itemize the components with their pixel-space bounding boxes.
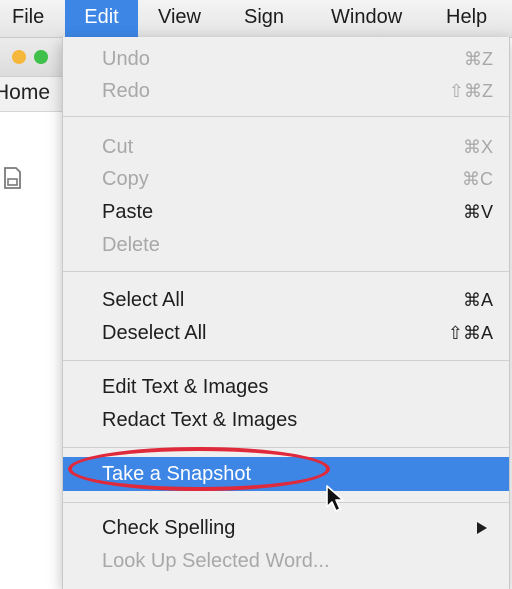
shortcut-text: ⌘X bbox=[462, 137, 493, 157]
menu-item-label: Copy bbox=[102, 168, 149, 190]
submenu-arrow-icon bbox=[477, 522, 487, 534]
menu-item-label: Edit Text & Images bbox=[102, 376, 269, 398]
menu-item-paste[interactable]: Paste ⌘V bbox=[63, 196, 509, 228]
menu-item-label: Delete bbox=[102, 234, 160, 256]
minimize-button[interactable] bbox=[12, 50, 26, 64]
tab-home[interactable]: Home bbox=[0, 81, 50, 105]
menu-item-cut[interactable]: Cut ⌘X bbox=[63, 131, 509, 163]
menu-separator bbox=[63, 447, 509, 448]
menu-item-label: Redo bbox=[102, 80, 150, 102]
menu-item-copy[interactable]: Copy ⌘C bbox=[63, 163, 509, 195]
menu-item-label: Undo bbox=[102, 48, 150, 70]
menu-item-label: Redact Text & Images bbox=[102, 409, 298, 431]
menu-item-label: Take a Snapshot bbox=[102, 463, 251, 485]
background-window: Home bbox=[0, 38, 70, 589]
menu-bar: File Edit View Sign Window Help bbox=[0, 0, 512, 38]
edit-menu-dropdown: Undo ⌘Z Redo ⇧⌘Z Cut ⌘X Copy ⌘C Paste ⌘V… bbox=[62, 37, 510, 589]
menu-item-edit-text-images[interactable]: Edit Text & Images bbox=[63, 371, 509, 403]
zoom-button[interactable] bbox=[34, 50, 48, 64]
mouse-pointer-icon bbox=[326, 485, 344, 512]
shortcut-text: ⌘V bbox=[462, 202, 493, 222]
menu-item-check-spelling[interactable]: Check Spelling bbox=[63, 512, 509, 544]
shortcut-text: ⇧⌘A bbox=[447, 323, 493, 343]
menu-help[interactable]: Help bbox=[446, 0, 487, 37]
menu-item-label: Select All bbox=[102, 289, 185, 311]
shortcut-text: ⌘Z bbox=[464, 49, 493, 69]
save-icon[interactable] bbox=[2, 166, 22, 190]
shortcut-text: ⌘A bbox=[462, 290, 493, 310]
menu-file[interactable]: File bbox=[12, 0, 44, 37]
menu-item-delete[interactable]: Delete bbox=[63, 229, 509, 261]
menu-separator bbox=[63, 271, 509, 272]
shortcut-text: ⌘C bbox=[462, 169, 493, 189]
shortcut-text: ⇧⌘Z bbox=[448, 81, 493, 101]
tab-bar: Home bbox=[0, 77, 70, 112]
menu-window[interactable]: Window bbox=[331, 0, 402, 37]
menu-item-label: Cut bbox=[102, 136, 134, 158]
menu-separator bbox=[63, 116, 509, 117]
menu-item-label: Check Spelling bbox=[102, 517, 236, 539]
menu-edit[interactable]: Edit bbox=[65, 0, 138, 37]
menu-item-take-snapshot[interactable]: Take a Snapshot bbox=[63, 457, 509, 491]
menu-sign[interactable]: Sign bbox=[244, 0, 284, 37]
menu-item-redo[interactable]: Redo ⇧⌘Z bbox=[63, 75, 509, 107]
menu-view[interactable]: View bbox=[158, 0, 201, 37]
menu-item-look-up-word[interactable]: Look Up Selected Word... bbox=[63, 545, 509, 577]
menu-separator bbox=[63, 502, 509, 503]
menu-item-redact-text-images[interactable]: Redact Text & Images bbox=[63, 404, 509, 436]
menu-separator bbox=[63, 360, 509, 361]
menu-item-undo[interactable]: Undo ⌘Z bbox=[63, 43, 509, 75]
menu-item-label: Look Up Selected Word... bbox=[102, 550, 330, 572]
menu-item-deselect-all[interactable]: Deselect All ⇧⌘A bbox=[63, 317, 509, 349]
menu-item-label: Paste bbox=[102, 201, 154, 223]
menu-item-label: Deselect All bbox=[102, 322, 207, 344]
window-titlebar bbox=[0, 38, 70, 77]
menu-item-select-all[interactable]: Select All ⌘A bbox=[63, 284, 509, 316]
